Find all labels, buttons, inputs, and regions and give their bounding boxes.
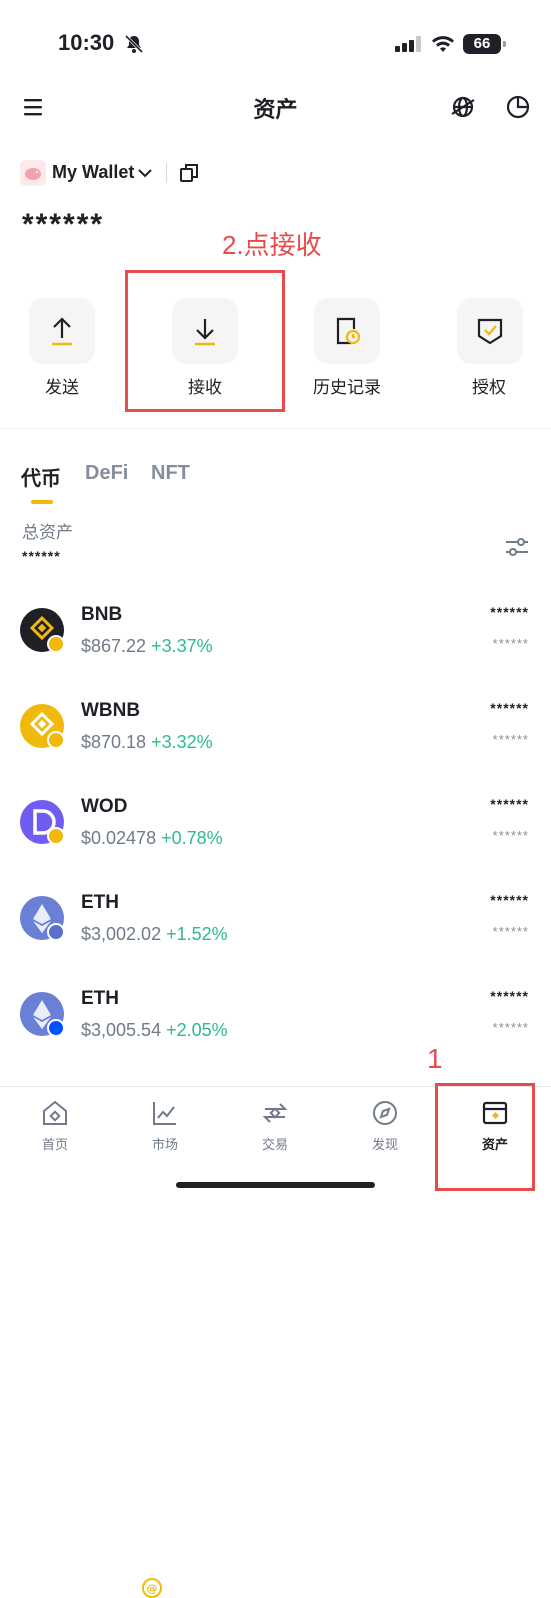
history-button[interactable] xyxy=(314,298,380,364)
token-usd-value: ****** xyxy=(492,636,529,651)
token-price: $870.18 +3.32% xyxy=(81,732,213,752)
send-label: 发送 xyxy=(45,378,79,397)
tab-tokens[interactable]: 代币 xyxy=(21,462,61,491)
home-indicator[interactable] xyxy=(176,1182,375,1188)
token-amount: ****** xyxy=(490,700,529,716)
piggy-icon xyxy=(25,168,41,180)
nav-label: 市场 xyxy=(151,1137,178,1152)
token-usd-value: ****** xyxy=(492,1020,529,1035)
swap-icon xyxy=(262,1103,288,1123)
token-change: +1.52% xyxy=(166,924,228,944)
signal-icon xyxy=(395,36,421,52)
token-price: $3,005.54 +2.05% xyxy=(81,1020,228,1040)
token-price: $867.22 +3.37% xyxy=(81,636,213,656)
total-assets-value: ****** xyxy=(22,548,61,564)
wallet-name[interactable]: My Wallet xyxy=(52,162,134,183)
history-clock-icon xyxy=(336,317,361,345)
token-amount: ****** xyxy=(490,892,529,908)
nav-label: 交易 xyxy=(261,1137,288,1152)
globe-network-icon[interactable] xyxy=(450,94,476,120)
token-name: WBNB xyxy=(81,700,141,721)
token-change: +3.37% xyxy=(151,636,213,656)
chart-icon xyxy=(153,1102,176,1125)
token-change: +2.05% xyxy=(166,1020,228,1040)
upload-arrow-icon xyxy=(52,317,72,346)
nav-discover[interactable]: 发现 xyxy=(330,1098,440,1153)
nav-trade[interactable]: 交易 xyxy=(220,1098,330,1153)
token-row-bnb[interactable]: BNB $867.22 +3.37% ****** ****** xyxy=(0,590,551,670)
bell-muted-icon xyxy=(124,34,144,54)
base-chain-badge-icon xyxy=(47,1019,65,1037)
nav-label: 首页 xyxy=(41,1137,68,1152)
token-usd-value: ****** xyxy=(492,828,529,843)
token-name: BNB xyxy=(81,604,123,625)
token-name: ETH xyxy=(81,892,119,913)
bnb-chain-badge-icon xyxy=(47,635,65,653)
bnb-chain-badge-icon xyxy=(47,731,65,749)
token-row-eth-base[interactable]: ETH $3,005.54 +2.05% ****** ****** xyxy=(0,974,551,1054)
token-name: ETH xyxy=(81,988,119,1009)
token-name: WOD xyxy=(81,796,128,817)
token-row-wbnb[interactable]: WBNB $870.18 +3.32% ****** ****** xyxy=(0,686,551,766)
token-price: $0.02478 +0.78% xyxy=(81,828,223,848)
token-usd-value: ****** xyxy=(492,732,529,747)
total-assets-label: 总资产 xyxy=(22,523,73,542)
compass-icon xyxy=(373,1101,397,1125)
chevron-down-icon[interactable] xyxy=(138,168,152,178)
token-change: +0.78% xyxy=(161,828,223,848)
status-time: 10:30 xyxy=(58,30,115,55)
at-sign-icon: @ xyxy=(142,1578,162,1598)
annotation-assets-highlight xyxy=(435,1083,535,1191)
tab-active-indicator xyxy=(31,500,53,504)
bnb-chain-badge-icon xyxy=(47,827,65,845)
history-label: 历史记录 xyxy=(313,378,381,397)
nav-market[interactable]: 市场 xyxy=(110,1098,220,1153)
tab-nft[interactable]: NFT xyxy=(151,462,190,485)
token-amount: ****** xyxy=(490,604,529,620)
nav-label: 发现 xyxy=(371,1137,398,1152)
eth-chain-badge-icon xyxy=(47,923,65,941)
section-divider xyxy=(0,428,551,429)
battery-indicator: 66 xyxy=(463,34,506,54)
pie-chart-icon[interactable] xyxy=(505,94,531,120)
annotation-step2: 2.点接收 xyxy=(222,230,322,260)
authorize-label: 授权 xyxy=(472,378,506,397)
wallet-balance: ****** xyxy=(22,208,105,241)
copy-icon[interactable] xyxy=(178,162,200,184)
annotation-step1: 1 xyxy=(427,1043,443,1074)
token-row-eth[interactable]: ETH $3,002.02 +1.52% ****** ****** xyxy=(0,878,551,958)
shield-check-icon xyxy=(477,318,503,345)
authorize-button[interactable] xyxy=(457,298,523,364)
annotation-receive-highlight xyxy=(125,270,285,412)
token-change: +3.32% xyxy=(151,732,213,752)
token-usd-value: ****** xyxy=(492,924,529,939)
wifi-icon xyxy=(432,36,454,52)
filter-sliders-icon[interactable] xyxy=(504,535,530,559)
wallet-divider xyxy=(166,163,167,183)
token-price: $3,002.02 +1.52% xyxy=(81,924,228,944)
tab-defi[interactable]: DeFi xyxy=(85,462,128,485)
token-amount: ****** xyxy=(490,988,529,1004)
home-icon xyxy=(43,1100,67,1125)
token-amount: ****** xyxy=(490,796,529,812)
token-row-wod[interactable]: WOD @ $0.02478 +0.78% ****** ****** xyxy=(0,782,551,1598)
send-button[interactable] xyxy=(29,298,95,364)
svg-text:@: @ xyxy=(147,1582,158,1595)
wallet-avatar[interactable] xyxy=(20,160,46,186)
nav-home[interactable]: 首页 xyxy=(0,1098,110,1153)
